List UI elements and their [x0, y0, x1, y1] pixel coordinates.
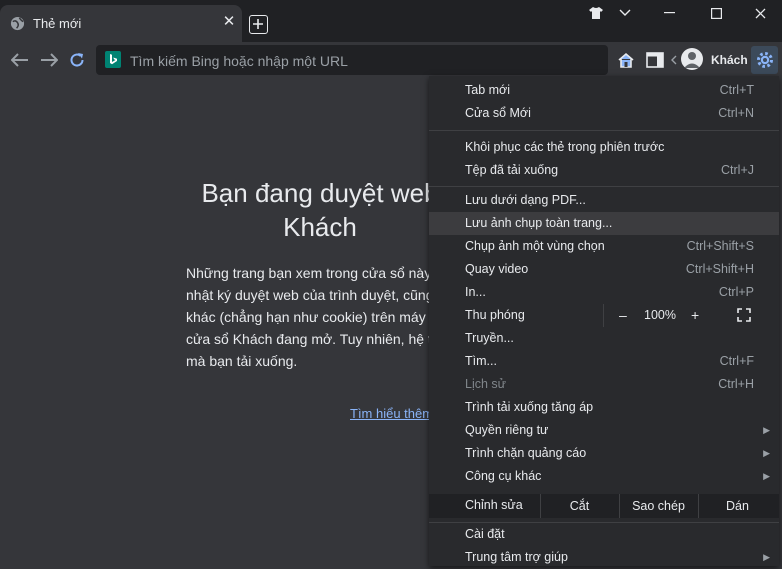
menu-item-label: Tab mới	[465, 83, 511, 97]
description-line: khác (chẳng hạn như cookie) trên máy tí	[186, 309, 438, 325]
menu-item-label: Tìm...	[465, 354, 497, 368]
home-icon[interactable]	[614, 48, 638, 72]
menu-item-shortcut: Ctrl+J	[721, 163, 754, 177]
learn-more-link[interactable]: Tìm hiểu thêm	[350, 406, 433, 421]
menu-item-label: Chụp ảnh một vùng chọn	[465, 239, 605, 253]
submenu-arrow-icon: ▶	[763, 471, 770, 481]
new-tab-button[interactable]	[249, 15, 268, 34]
submenu-arrow-icon: ▶	[763, 448, 770, 458]
profile-name: Khách	[711, 53, 748, 67]
menu-edit-row: Chỉnh sửa Cắt Sao chép Dán	[429, 494, 779, 518]
maximize-button[interactable]	[694, 0, 738, 26]
plus-icon	[253, 19, 263, 29]
menu-item-turbo-download[interactable]: Trình tải xuống tăng áp	[429, 396, 779, 419]
gear-icon	[756, 52, 773, 68]
zoom-in-button[interactable]: +	[691, 304, 699, 327]
menu-item-label: Cửa sổ Mới	[465, 106, 531, 120]
profile-button[interactable]: Khách	[677, 46, 749, 74]
menu-divider	[429, 186, 779, 187]
description-line: nhật ký duyệt web của trình duyệt, cũng	[186, 287, 434, 303]
settings-menu-button[interactable]	[751, 46, 778, 74]
menu-item-more-tools[interactable]: Công cụ khác ▶	[429, 465, 779, 488]
menu-item-shortcut: Ctrl+T	[719, 83, 754, 97]
menu-item-zoom: Thu phóng – 100% +	[429, 304, 779, 327]
menu-item-label: Lịch sử	[465, 377, 507, 391]
menu-item-label: Tệp đã tải xuống	[465, 163, 559, 177]
menu-item-privacy[interactable]: Quyền riêng tư ▶	[429, 419, 779, 442]
minimize-button[interactable]	[647, 0, 691, 26]
description-line: mà bạn tải xuống.	[186, 353, 298, 369]
menu-item-label: In...	[465, 285, 486, 299]
zoom-divider	[603, 304, 604, 327]
menu-item-full-page-screenshot[interactable]: Lưu ảnh chụp toàn trang...	[429, 212, 779, 235]
avatar-icon	[681, 48, 703, 70]
menu-item-shortcut: Ctrl+Shift+H	[685, 262, 754, 276]
menu-item-shortcut: Ctrl+N	[718, 106, 754, 120]
menu-item-find[interactable]: Tìm... Ctrl+F	[429, 350, 779, 373]
page-description: Những trang bạn xem trong cửa sổ này s n…	[186, 262, 466, 372]
bing-icon	[105, 51, 121, 68]
close-window-button[interactable]	[738, 0, 782, 26]
menu-item-print[interactable]: In... Ctrl+P	[429, 281, 779, 304]
menu-divider	[429, 130, 779, 131]
page-title: Bạn đang duyệt web Khách	[180, 176, 460, 244]
menu-item-capture-region[interactable]: Chụp ảnh một vùng chọn Ctrl+Shift+S	[429, 235, 779, 258]
menu-item-label: Cài đặt	[465, 527, 505, 541]
title-bar: Thẻ mới ✕	[0, 0, 782, 42]
zoom-label: Thu phóng	[465, 308, 525, 322]
menu-item-new-window[interactable]: Cửa sổ Mới Ctrl+N	[429, 102, 779, 125]
back-arrow-icon[interactable]	[9, 50, 31, 70]
browser-menu: Tab mới Ctrl+T Cửa sổ Mới Ctrl+N Khôi ph…	[429, 76, 779, 566]
page-title-line-1: Bạn đang duyệt web	[201, 178, 439, 208]
tab-new-tab[interactable]: Thẻ mới ✕	[0, 5, 242, 42]
description-line: cửa sổ Khách đang mở. Tuy nhiên, hệ thố	[186, 331, 448, 347]
menu-item-label: Lưu ảnh chụp toàn trang...	[465, 216, 613, 230]
menu-item-label: Lưu dưới dạng PDF...	[465, 193, 586, 207]
cut-button[interactable]: Cắt	[540, 494, 618, 518]
menu-item-new-tab[interactable]: Tab mới Ctrl+T	[429, 79, 779, 102]
chevron-down-icon[interactable]	[603, 0, 647, 26]
menu-item-settings[interactable]: Cài đặt	[429, 523, 779, 546]
paste-button[interactable]: Dán	[698, 494, 776, 518]
reload-icon[interactable]	[66, 50, 88, 70]
menu-item-shortcut: Ctrl+P	[718, 285, 754, 299]
submenu-arrow-icon: ▶	[763, 425, 770, 435]
tab-close-button[interactable]: ✕	[220, 13, 238, 31]
address-bar[interactable]: Tìm kiếm Bing hoặc nhập một URL	[96, 45, 608, 75]
menu-item-label: Trình tải xuống tăng áp	[465, 400, 594, 414]
menu-item-ad-blocker[interactable]: Trình chặn quảng cáo ▶	[429, 442, 779, 465]
forward-arrow-icon[interactable]	[38, 50, 60, 70]
menu-item-record-video[interactable]: Quay video Ctrl+Shift+H	[429, 258, 779, 281]
menu-item-shortcut: Ctrl+H	[718, 377, 754, 391]
copy-button[interactable]: Sao chép	[619, 494, 697, 518]
sidebar-panel-icon[interactable]	[643, 48, 667, 72]
menu-item-label: Khôi phục các thẻ trong phiên trước	[465, 140, 665, 154]
address-placeholder: Tìm kiếm Bing hoặc nhập một URL	[130, 53, 348, 69]
globe-icon	[10, 16, 25, 31]
menu-item-cast[interactable]: Truyền...	[429, 327, 779, 350]
edit-label: Chỉnh sửa	[465, 498, 523, 512]
toolbar: Tìm kiếm Bing hoặc nhập một URL Khách	[0, 42, 782, 78]
menu-item-label: Quyền riêng tư	[465, 423, 549, 437]
description-line: Những trang bạn xem trong cửa sổ này s	[186, 265, 443, 281]
menu-item-history: Lịch sử Ctrl+H	[429, 373, 779, 396]
menu-item-label: Truyền...	[465, 331, 514, 345]
zoom-level: 100%	[644, 308, 676, 322]
menu-item-downloads[interactable]: Tệp đã tải xuống Ctrl+J	[429, 159, 779, 182]
menu-item-restore-tabs[interactable]: Khôi phục các thẻ trong phiên trước	[429, 136, 779, 159]
tab-title: Thẻ mới	[33, 16, 82, 31]
menu-item-shortcut: Ctrl+F	[719, 354, 754, 368]
menu-item-label: Công cụ khác	[465, 469, 542, 483]
zoom-out-button[interactable]: –	[619, 304, 627, 327]
page-title-line-2: Khách	[283, 212, 357, 242]
menu-item-label: Quay video	[465, 262, 529, 276]
fullscreen-icon[interactable]	[737, 308, 751, 322]
menu-item-shortcut: Ctrl+Shift+S	[686, 239, 754, 253]
menu-item-save-pdf[interactable]: Lưu dưới dạng PDF...	[429, 189, 779, 212]
menu-item-label: Trình chặn quảng cáo	[465, 446, 587, 460]
